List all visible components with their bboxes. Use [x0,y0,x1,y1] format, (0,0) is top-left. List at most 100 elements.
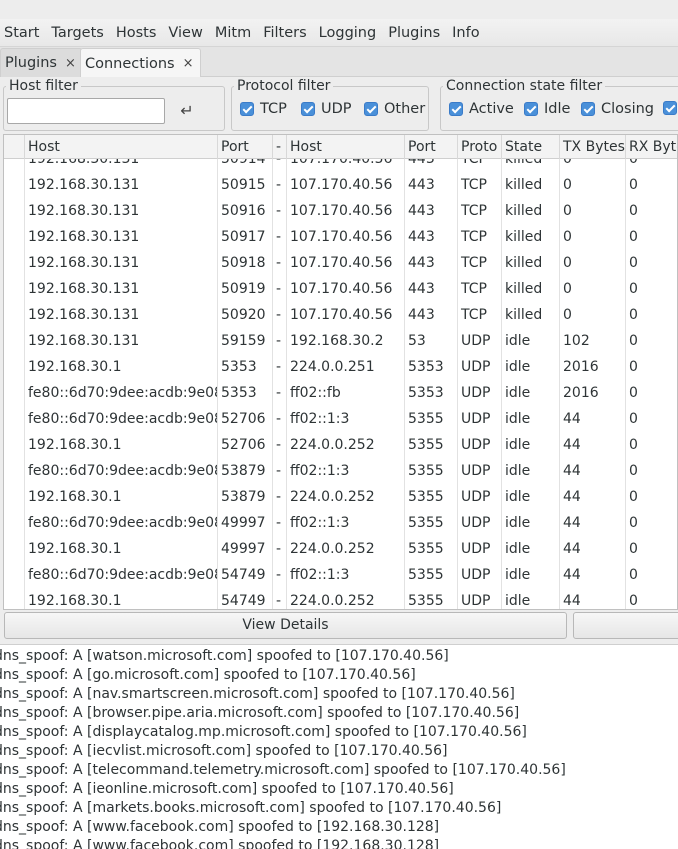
menu-start[interactable]: Start [0,25,47,41]
state-filter-label: Connection state filter [446,78,603,94]
table-row[interactable]: 192.168.30.131 50917-107.170.40.56 443 TCP k… [4,224,677,250]
menu-mitm[interactable]: Mitm [211,25,259,41]
cell-dash: - [273,380,287,406]
tab-plugins[interactable]: Plugins × [0,48,83,77]
checkbox-killed[interactable] [663,101,678,115]
table-row[interactable]: 192.168.30.131 50919-107.170.40.56 443 TCP k… [4,276,677,302]
cell-src-host: 192.168.30.131 [25,224,218,250]
table-row[interactable]: 192.168.30.1 5353-224.0.0.251 5353 UDP idle 2… [4,354,677,380]
column-header-src-port[interactable]: Port [218,135,273,159]
table-header: Host Port - Host Port Proto State TX Byt… [4,135,677,159]
cell-tx-bytes: 0 [560,250,626,276]
checkbox-other[interactable]: Other [364,101,425,117]
checkbox-checked-icon [524,102,538,116]
cell-tx-bytes: 2016 [560,354,626,380]
log-line: dns_spoof: A [iecvlist.microsoft.com] sp… [0,743,448,759]
column-header-rx-bytes[interactable]: RX Bytes [626,135,677,159]
host-filter-label: Host filter [9,78,78,94]
cell-dst-host: ff02::1:3 [287,510,405,536]
row-expander [4,380,25,406]
log-line: dns_spoof: A [go.microsoft.com] spoofed … [0,667,416,683]
cell-dash: - [273,198,287,224]
cell-dst-port: 5355 [405,562,458,588]
column-header-state[interactable]: State [502,135,560,159]
table-row[interactable]: 192.168.30.131 50914-107.170.40.56 443 TCP k… [4,159,677,172]
cell-state: idle [502,380,560,406]
menu-logging[interactable]: Logging [315,25,385,41]
menu-view[interactable]: View [164,25,210,41]
cell-dst-port: 443 [405,224,458,250]
table-row[interactable]: fe80::6d70:9dee:acdb:9e08 54749- ff02::1:3… [4,562,677,588]
view-details-button[interactable]: View Details [4,612,567,639]
cell-proto: UDP [458,432,502,458]
column-header-dst-port[interactable]: Port [405,135,458,159]
column-header-proto[interactable]: Proto [458,135,502,159]
close-icon[interactable]: × [65,56,76,71]
checkbox-other-label: Other [384,101,426,117]
cell-tx-bytes: 44 [560,536,626,562]
table-row[interactable]: fe80::6d70:9dee:acdb:9e08 52706- ff02::1:3… [4,406,677,432]
table-row[interactable]: 192.168.30.131 50920-107.170.40.56 443 TCP k… [4,302,677,328]
cell-dst-port: 5353 [405,380,458,406]
table-row[interactable]: 192.168.30.131 50916-107.170.40.56 443 TCP k… [4,198,677,224]
enter-icon[interactable]: ↵ [176,100,198,122]
cell-dst-host: 192.168.30.2 [287,328,405,354]
cell-dst-host: 107.170.40.56 [287,224,405,250]
secondary-button[interactable] [573,612,678,639]
cell-src-host: 192.168.30.131 [25,198,218,224]
cell-tx-bytes: 0 [560,224,626,250]
close-icon[interactable]: × [183,56,194,71]
menu-info[interactable]: Info [448,25,487,41]
filter-area: Host filter ↵ Protocol filter TCP UDP Ot… [0,77,678,133]
table-row[interactable]: 192.168.30.1 54749-224.0.0.252 5355 UDP idle… [4,588,677,609]
cell-proto: UDP [458,380,502,406]
table-row[interactable]: fe80::6d70:9dee:acdb:9e08 5353- ff02::fb 53… [4,380,677,406]
cell-dash: - [273,406,287,432]
menu-targets[interactable]: Targets [47,25,111,41]
table-row[interactable]: 192.168.30.131 59159-192.168.30.2 53 UDP idl… [4,328,677,354]
cell-state: killed [502,302,560,328]
checkbox-active[interactable]: Active [449,101,514,117]
menu-hosts[interactable]: Hosts [112,25,165,41]
table-row[interactable]: 192.168.30.1 49997-224.0.0.252 5355 UDP idle… [4,536,677,562]
cell-proto: UDP [458,510,502,536]
cell-dash: - [273,562,287,588]
cell-src-host: fe80::6d70:9dee:acdb:9e08 [25,458,218,484]
table-row[interactable]: 192.168.30.1 53879-224.0.0.252 5355 UDP idle… [4,484,677,510]
cell-src-port: 50916 [218,198,273,224]
cell-dash: - [273,302,287,328]
log-line: dns_spoof: A [www.facebook.com] spoofed … [0,838,440,849]
host-filter-input[interactable] [7,98,165,124]
checkbox-tcp[interactable]: TCP [240,101,287,117]
menu-plugins[interactable]: Plugins [384,25,448,41]
table-row[interactable]: 192.168.30.1 52706-224.0.0.252 5355 UDP idle… [4,432,677,458]
table-row[interactable]: fe80::6d70:9dee:acdb:9e08 53879- ff02::1:3… [4,458,677,484]
checkbox-idle[interactable]: Idle [524,101,570,117]
cell-proto: UDP [458,562,502,588]
column-header-dash[interactable]: - [273,135,287,159]
tab-connections[interactable]: Connections × [80,48,201,78]
window-top-strip [0,0,678,19]
column-header-tx-bytes[interactable]: TX Bytes [560,135,626,159]
cell-dst-port: 443 [405,172,458,198]
checkbox-closing[interactable]: Closing [581,101,654,117]
log-line: dns_spoof: A [nav.smartscreen.microsoft.… [0,686,515,702]
cell-proto: UDP [458,588,502,609]
cell-tx-bytes: 2016 [560,380,626,406]
cell-dash: - [273,536,287,562]
cell-src-host: 192.168.30.1 [25,484,218,510]
cell-rx-bytes: 0 [626,562,677,588]
column-header-src-host[interactable]: Host [25,135,218,159]
checkbox-udp[interactable]: UDP [301,101,352,117]
cell-src-port: 50918 [218,250,273,276]
table-row[interactable]: 192.168.30.131 50915-107.170.40.56 443 TCP k… [4,172,677,198]
cell-state: idle [502,328,560,354]
table-row[interactable]: 192.168.30.131 50918-107.170.40.56 443 TCP k… [4,250,677,276]
cell-dst-host: 224.0.0.252 [287,536,405,562]
cell-proto: UDP [458,354,502,380]
table-row[interactable]: fe80::6d70:9dee:acdb:9e08 49997- ff02::1:3… [4,510,677,536]
menu-filters[interactable]: Filters [259,25,314,41]
column-header-dst-host[interactable]: Host [287,135,405,159]
cell-tx-bytes: 0 [560,198,626,224]
cell-state: killed [502,198,560,224]
